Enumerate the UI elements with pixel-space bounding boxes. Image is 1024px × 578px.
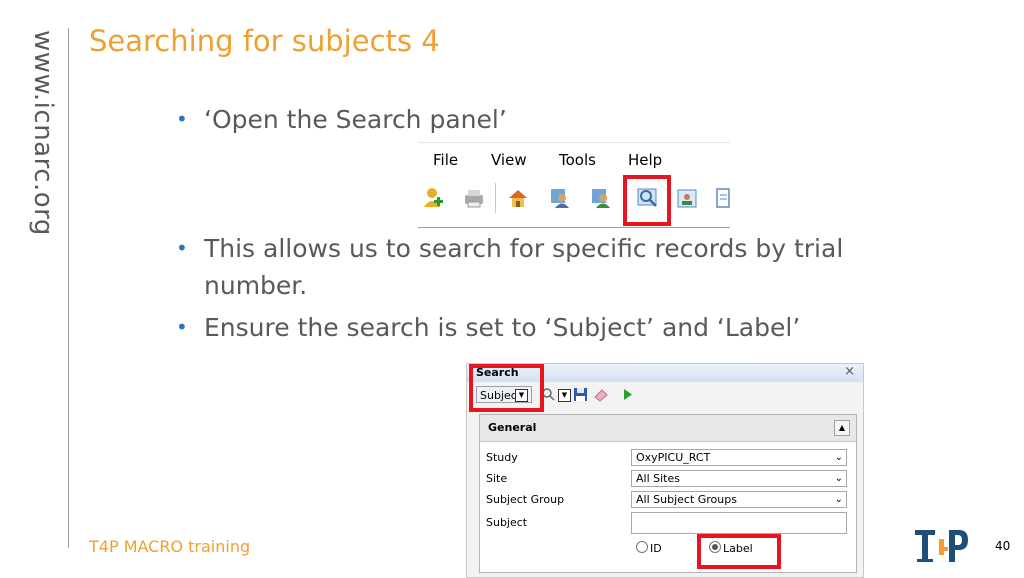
search-subject-highlight	[469, 364, 544, 412]
t4p-logo	[915, 530, 968, 562]
menu-file[interactable]: File	[433, 151, 458, 169]
menu-bar: File View Tools Help	[418, 151, 730, 171]
slide-title: Searching for subjects 4	[89, 24, 440, 58]
study-select[interactable]: OxyPICU_RCT ⌄	[631, 449, 847, 466]
general-section: General ▲ Study OxyPICU_RCT ⌄ Site All S…	[479, 414, 857, 573]
search-icon-highlight	[623, 175, 671, 226]
menu-tools[interactable]: Tools	[559, 151, 596, 169]
add-subject-icon[interactable]	[422, 187, 444, 209]
home-icon[interactable]	[507, 187, 529, 209]
radio-id-label: ID	[650, 542, 662, 555]
chevron-down-icon: ⌄	[834, 473, 843, 484]
close-icon[interactable]: ×	[844, 364, 855, 379]
save-icon[interactable]	[573, 387, 588, 402]
website-url: www.icnarc.org	[28, 30, 58, 236]
print-icon[interactable]	[463, 187, 485, 209]
study-label: Study	[486, 451, 518, 464]
menu-help[interactable]: Help	[628, 151, 662, 169]
chevron-down-icon: ⌄	[834, 452, 843, 463]
bullet-item: • ‘Open the Search panel’	[176, 101, 904, 138]
document-icon[interactable]	[715, 187, 730, 209]
toolbar-separator	[495, 183, 496, 213]
run-icon[interactable]	[623, 388, 633, 401]
menu-view[interactable]: View	[491, 151, 527, 169]
search-panel-screenshot: Search × Subject ▼ ▼ General ▲ Study Oxy…	[466, 363, 864, 578]
bullet-dot-icon: •	[176, 107, 188, 131]
general-label: General	[488, 421, 537, 434]
site-value: All Sites	[636, 472, 680, 485]
subject-input[interactable]	[631, 512, 847, 534]
subject-group-select[interactable]: All Subject Groups ⌄	[631, 491, 847, 508]
subject-group-value: All Subject Groups	[636, 493, 737, 506]
radio-id[interactable]: ID	[636, 541, 662, 555]
menu-toolbar-screenshot: File View Tools Help	[418, 142, 730, 228]
site-select[interactable]: All Sites ⌄	[631, 470, 847, 487]
bullet-text: This allows us to search for specific re…	[204, 234, 844, 300]
subject-group-label: Subject Group	[486, 493, 565, 506]
bullet-item: • Ensure the search is set to ‘Subject’ …	[176, 309, 924, 346]
bullet-item: • This allows us to search for specific …	[176, 230, 924, 304]
report-icon[interactable]	[676, 187, 698, 209]
bullet-dot-icon: •	[176, 236, 188, 260]
bullet-dot-icon: •	[176, 315, 188, 339]
collapse-icon[interactable]: ▲	[834, 420, 850, 436]
site-label: Site	[486, 472, 508, 485]
users-icon[interactable]	[549, 187, 571, 209]
bullet-text: Ensure the search is set to ‘Subject’ an…	[204, 313, 801, 342]
footer-text: T4P MACRO training	[89, 537, 251, 556]
subject-label: Subject	[486, 516, 528, 529]
divider-line	[68, 28, 69, 548]
chevron-down-icon[interactable]: ▼	[558, 389, 571, 402]
label-radio-highlight	[697, 534, 781, 569]
bullet-text: ‘Open the Search panel’	[204, 105, 507, 134]
page-number: 40	[995, 539, 1011, 553]
radio-circle	[636, 541, 648, 553]
users-refresh-icon[interactable]	[590, 187, 612, 209]
general-header[interactable]: General ▲	[480, 415, 856, 442]
study-value: OxyPICU_RCT	[636, 451, 711, 464]
eraser-icon[interactable]	[593, 387, 609, 402]
chevron-down-icon: ⌄	[834, 494, 843, 505]
